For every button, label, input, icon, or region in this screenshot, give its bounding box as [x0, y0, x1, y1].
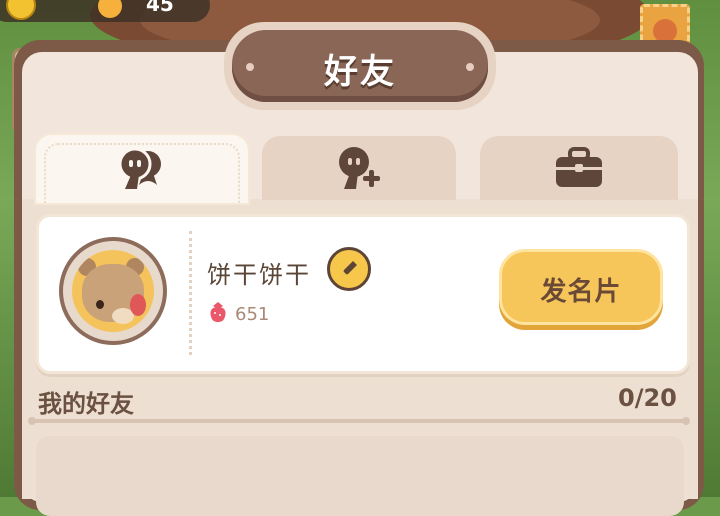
divider-end — [28, 417, 36, 425]
player-score: 651 — [235, 304, 270, 325]
add-friend-icon — [339, 147, 380, 189]
panel-title: 好友 — [324, 52, 396, 92]
friends-count: 0/20 — [618, 384, 677, 412]
resource-count: 45 — [146, 0, 174, 16]
avatar-image — [72, 250, 154, 332]
send-card-label: 发名片 — [540, 277, 622, 307]
player-nickname: 饼干饼干 — [207, 261, 311, 289]
tab-inventory[interactable] — [480, 136, 678, 200]
section-divider — [30, 419, 688, 423]
divider-end — [682, 417, 690, 425]
strawberry-score-icon — [210, 302, 226, 322]
card-divider — [189, 231, 194, 355]
bear-head — [82, 264, 146, 324]
profile-card: 饼干饼干 651 发名片 — [36, 214, 690, 374]
edit-name-button[interactable] — [327, 247, 371, 291]
friends-icon — [118, 147, 161, 189]
bear-eye — [96, 300, 104, 309]
tab-add-friend[interactable] — [262, 136, 456, 200]
bear-blush — [130, 294, 146, 316]
tab-friends[interactable] — [34, 133, 250, 205]
friends-list — [36, 436, 684, 516]
title-plaque: 好友 — [232, 30, 488, 102]
my-friends-label: 我的好友 — [38, 390, 134, 418]
send-card-button[interactable]: 发名片 — [499, 249, 663, 325]
avatar[interactable] — [59, 237, 167, 345]
pencil-icon — [342, 261, 357, 276]
briefcase-icon — [556, 147, 602, 187]
